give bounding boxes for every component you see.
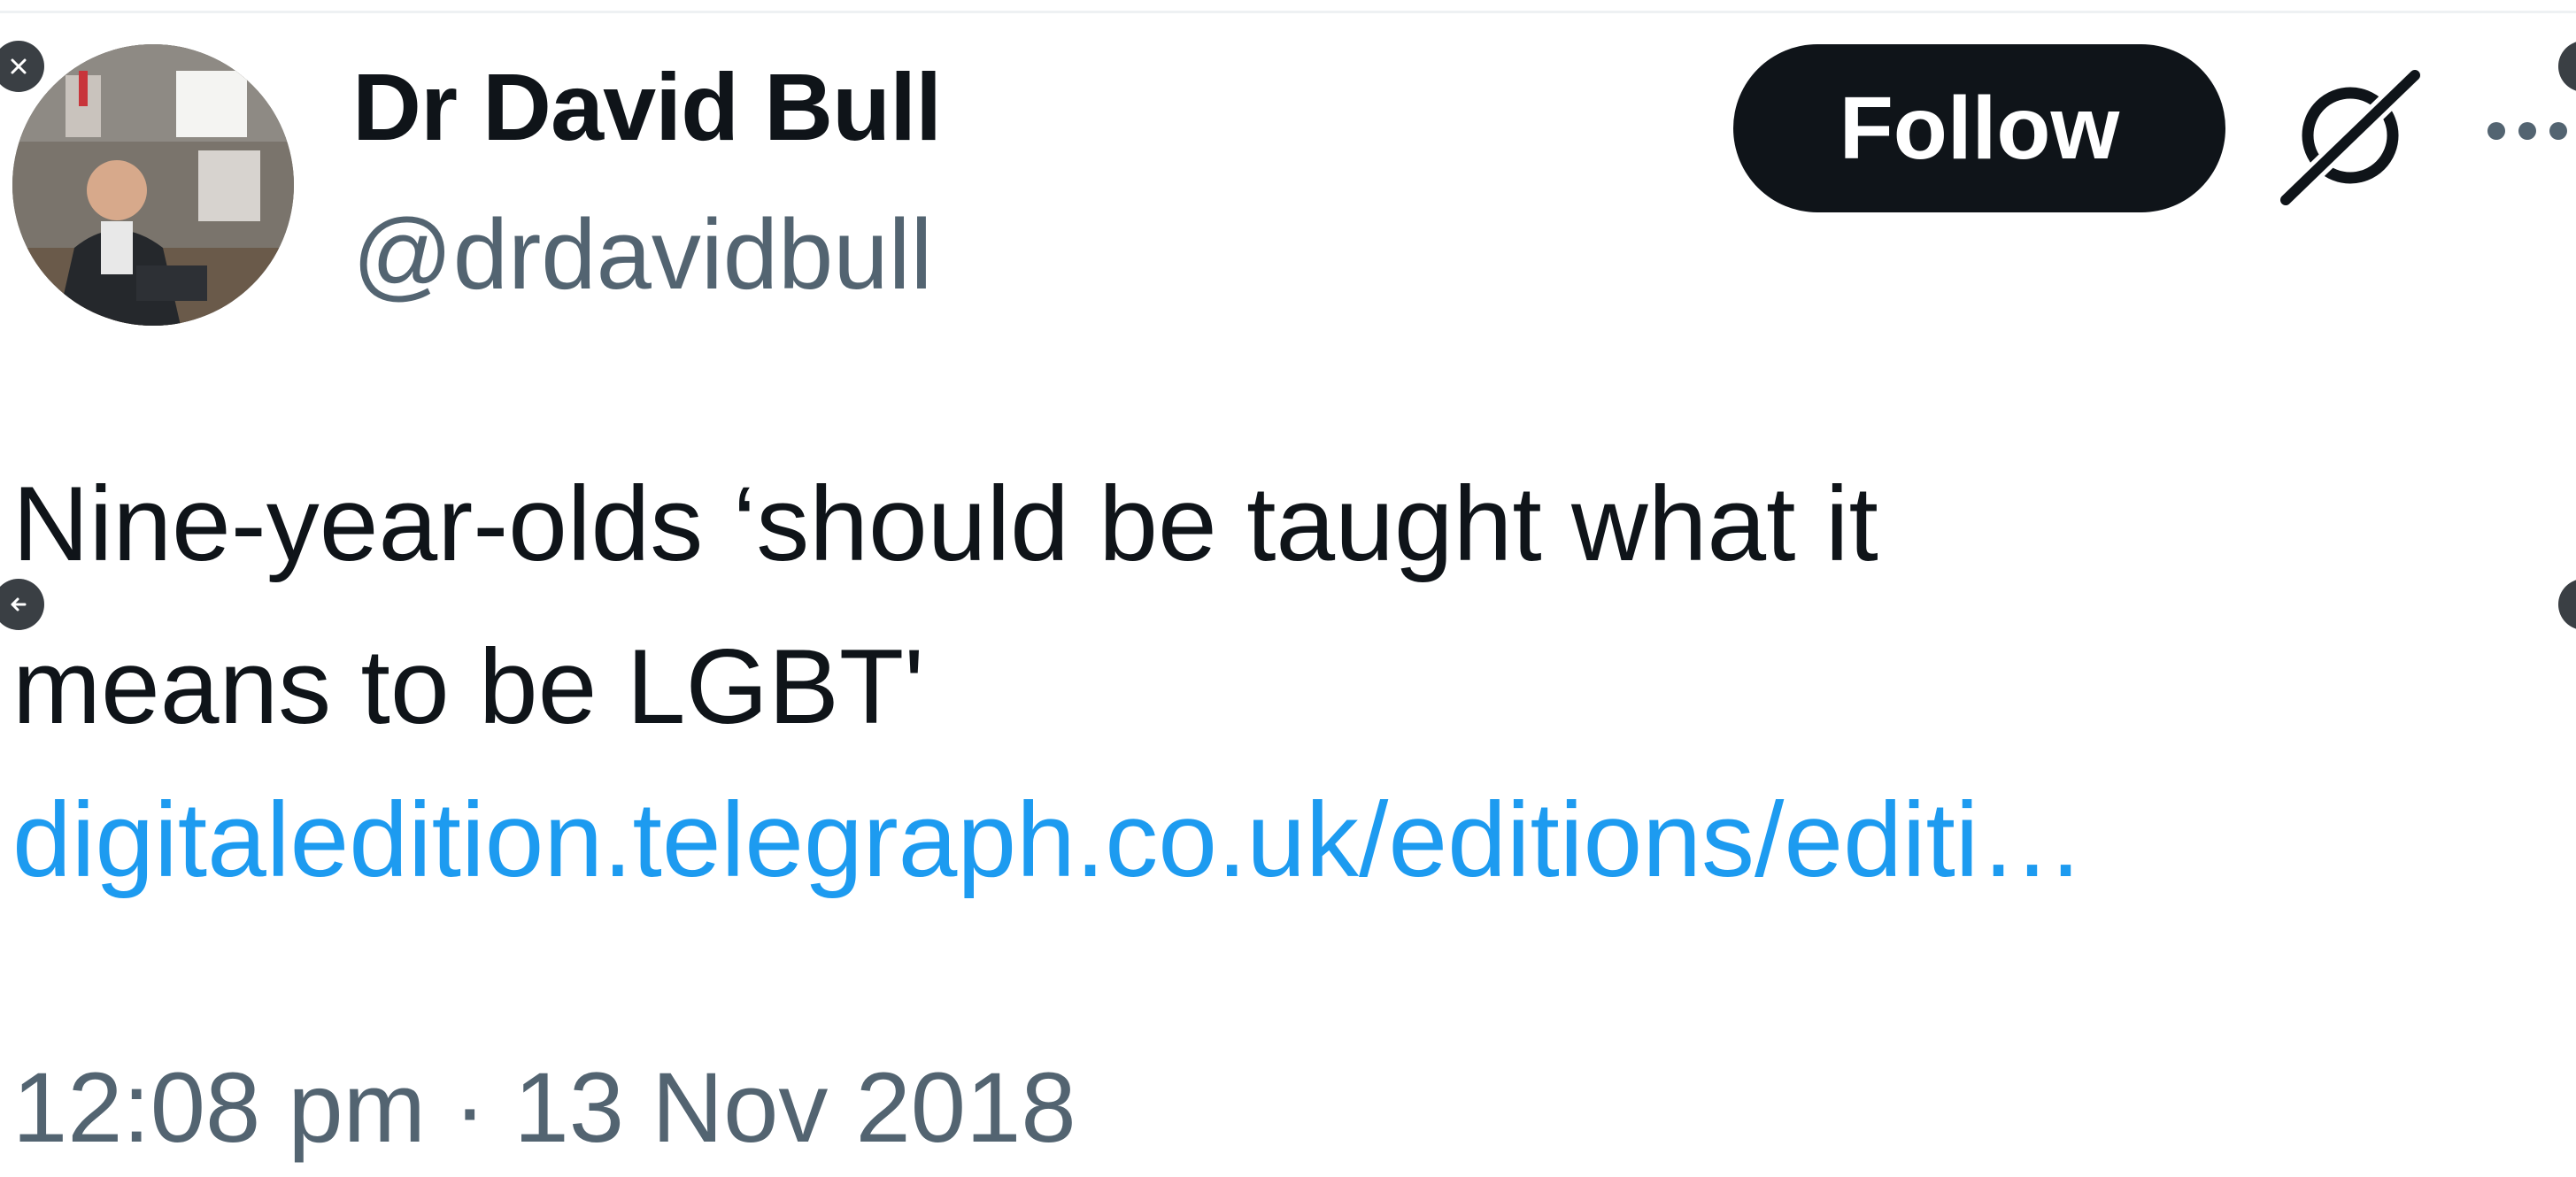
author-display-name[interactable]: Dr David Bull bbox=[352, 54, 942, 160]
tweet-link[interactable]: digitaledition.telegraph.co.uk/editions/… bbox=[12, 779, 2085, 901]
avatar[interactable] bbox=[12, 44, 294, 326]
author-handle[interactable]: @drdavidbull bbox=[352, 200, 932, 309]
more-icon[interactable] bbox=[2479, 104, 2576, 158]
tweet-text-line-2: means to be LGBT' bbox=[12, 627, 925, 746]
edge-handle-middle[interactable] bbox=[2558, 579, 2576, 630]
avatar-photo bbox=[12, 44, 294, 326]
follow-button[interactable]: Follow bbox=[1733, 44, 2225, 212]
tweet-timestamp[interactable]: 12:08 pm · 13 Nov 2018 bbox=[12, 1051, 1076, 1165]
grok-icon[interactable] bbox=[2274, 60, 2426, 212]
edge-handle-top[interactable] bbox=[2558, 41, 2576, 92]
tweet-text-line-1: Nine-year-olds ‘should be taught what it bbox=[12, 465, 1878, 583]
tweet-page: Dr David Bull @drdavidbull Follow Nine-y… bbox=[0, 0, 2576, 1177]
top-divider bbox=[0, 11, 2576, 13]
tweet-text: Nine-year-olds ‘should be taught what it… bbox=[12, 442, 2402, 768]
close-icon[interactable] bbox=[0, 41, 44, 92]
